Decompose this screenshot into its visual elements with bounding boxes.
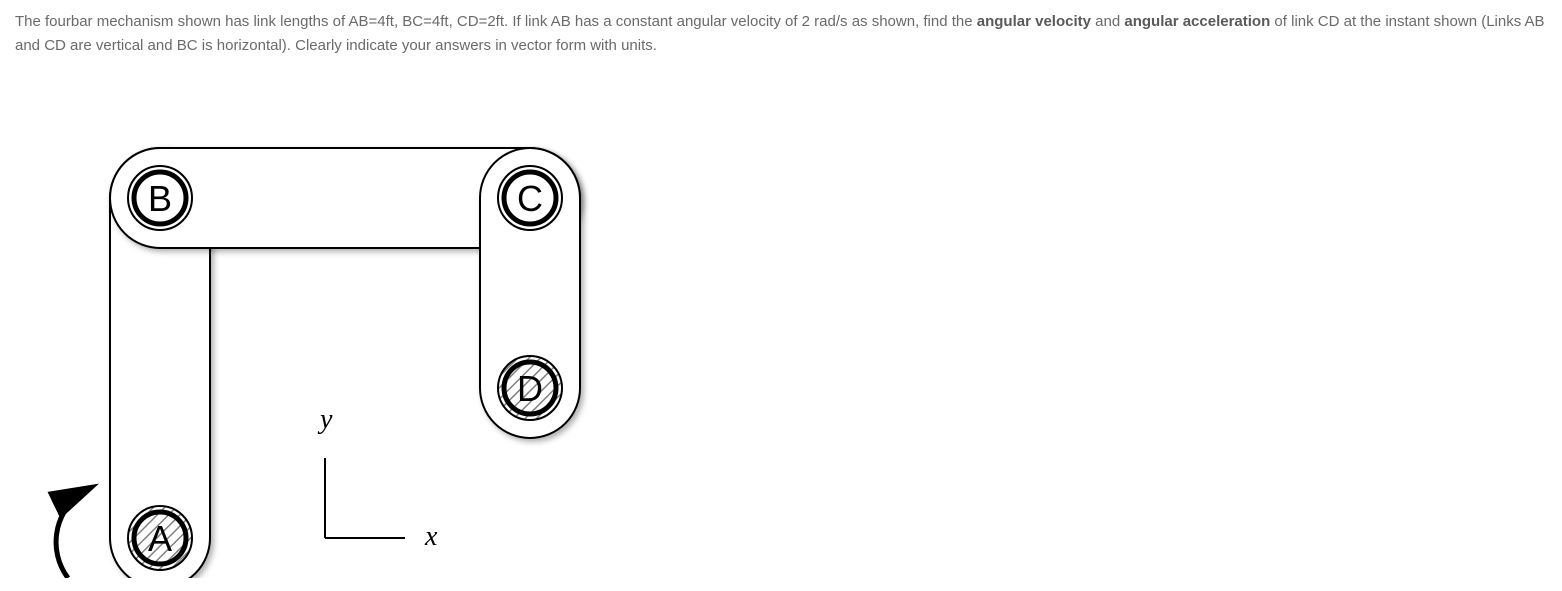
- joint-d-label: D: [517, 368, 543, 409]
- diagram-svg: B C A D y x: [40, 88, 640, 578]
- joint-a: A: [128, 506, 192, 570]
- question-bold2: angular acceleration: [1124, 13, 1270, 30]
- question-part2: and: [1091, 13, 1124, 30]
- joint-d: D: [498, 356, 562, 420]
- rotation-arrow-icon: [56, 488, 90, 578]
- question-bold1: angular velocity: [977, 13, 1091, 30]
- joint-b-label: B: [148, 178, 172, 219]
- question-text: The fourbar mechanism shown has link len…: [15, 10, 1547, 58]
- joint-a-label: A: [148, 518, 172, 559]
- y-axis-label: y: [317, 404, 333, 435]
- coordinate-axes: y x: [317, 404, 438, 552]
- joint-c-label: C: [517, 178, 543, 219]
- joint-c: C: [498, 166, 562, 230]
- joint-b: B: [128, 166, 192, 230]
- mechanism-diagram: B C A D y x: [40, 88, 640, 578]
- question-part1: The fourbar mechanism shown has link len…: [15, 13, 977, 30]
- x-axis-label: x: [424, 521, 438, 552]
